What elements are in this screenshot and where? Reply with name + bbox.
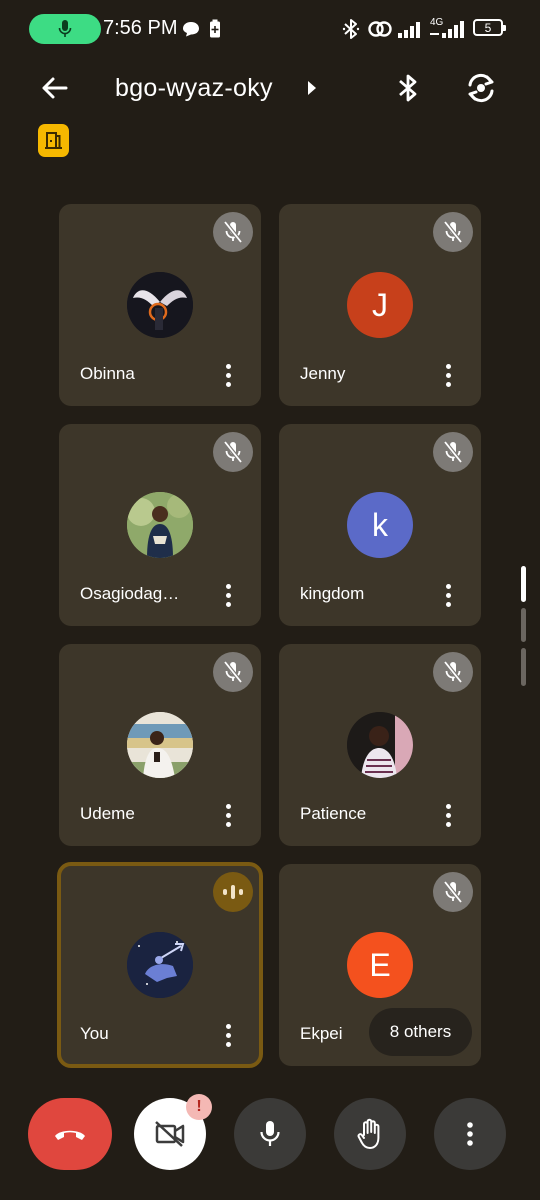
participant-avatar bbox=[347, 712, 413, 778]
self-participant-tile[interactable]: You bbox=[57, 862, 263, 1068]
mic-off-icon bbox=[223, 660, 243, 684]
participant-name: Osagiodag… bbox=[80, 584, 180, 603]
participant-more-button[interactable] bbox=[215, 580, 241, 610]
more-options-button[interactable] bbox=[434, 1098, 506, 1170]
switch-camera-button[interactable] bbox=[459, 68, 503, 108]
muted-indicator bbox=[213, 652, 253, 692]
participant-name: Obinna bbox=[80, 364, 135, 383]
participant-tile[interactable]: Obinna bbox=[59, 204, 261, 406]
camera-off-icon bbox=[155, 1121, 185, 1147]
muted-indicator bbox=[213, 212, 253, 252]
signal-icon bbox=[398, 22, 420, 38]
raise-hand-button[interactable] bbox=[334, 1098, 406, 1170]
host-controls-badge[interactable] bbox=[38, 124, 69, 157]
participant-name: Jenny bbox=[300, 364, 346, 383]
participant-name: Patience bbox=[300, 804, 367, 823]
others-participants-chip[interactable]: 8 others bbox=[369, 1008, 472, 1056]
top-app-bar: bgo-wyaz-oky bbox=[0, 60, 540, 120]
status-time: 7:56 PM bbox=[103, 17, 178, 39]
muted-indicator bbox=[433, 432, 473, 472]
participant-name: Udeme bbox=[80, 804, 135, 823]
signal-4g-icon bbox=[430, 21, 464, 38]
participant-avatar bbox=[127, 712, 193, 778]
mic-in-use-indicator[interactable] bbox=[29, 14, 101, 44]
participant-tile[interactable]: Osagiodag… bbox=[59, 424, 261, 626]
participant-avatar: J bbox=[347, 272, 413, 338]
participant-name: Ekpei bbox=[300, 1024, 343, 1043]
scroll-indicator-track bbox=[521, 648, 526, 686]
muted-indicator bbox=[433, 652, 473, 692]
muted-indicator bbox=[213, 432, 253, 472]
audio-output-button[interactable] bbox=[390, 68, 426, 108]
participant-more-button[interactable] bbox=[435, 580, 461, 610]
participant-more-button[interactable] bbox=[435, 800, 461, 830]
mic-off-icon bbox=[443, 880, 463, 904]
mic-off-icon bbox=[443, 220, 463, 244]
participant-more-button[interactable] bbox=[215, 360, 241, 390]
end-call-icon bbox=[55, 1130, 85, 1140]
battery-level: 5 bbox=[484, 20, 492, 35]
participant-more-button[interactable] bbox=[215, 1020, 241, 1050]
participant-name: You bbox=[80, 1024, 109, 1043]
participant-avatar bbox=[127, 272, 193, 338]
mic-off-icon bbox=[443, 440, 463, 464]
bluetooth-icon bbox=[342, 19, 360, 39]
more-vert-icon bbox=[467, 1122, 473, 1146]
meeting-code[interactable]: bgo-wyaz-oky bbox=[115, 74, 273, 103]
participant-name: kingdom bbox=[300, 584, 365, 603]
status-bar: 7:56 PM 4G 5 bbox=[0, 0, 540, 60]
participant-tile[interactable]: J Jenny bbox=[279, 204, 481, 406]
participant-avatar bbox=[127, 492, 193, 558]
host-controls-icon bbox=[45, 132, 62, 149]
mic-off-icon bbox=[223, 440, 243, 464]
bluetooth-icon bbox=[399, 74, 417, 102]
scroll-indicator-thumb[interactable] bbox=[521, 566, 526, 602]
camera-flip-icon bbox=[468, 73, 494, 103]
hotspot-icon bbox=[368, 21, 392, 37]
raise-hand-icon bbox=[357, 1118, 380, 1149]
chevron-right-icon[interactable] bbox=[306, 80, 318, 96]
speaking-indicator bbox=[213, 872, 253, 912]
scroll-indicator-track bbox=[521, 608, 526, 642]
battery-saver-icon bbox=[210, 19, 220, 38]
participant-tile[interactable]: Udeme bbox=[59, 644, 261, 846]
participant-more-button[interactable] bbox=[215, 800, 241, 830]
end-call-button[interactable] bbox=[28, 1098, 112, 1170]
mic-icon bbox=[260, 1121, 280, 1146]
meet-call-screen: 7:56 PM 4G 5 bgo-wyaz-oky Obinna J Jenny… bbox=[0, 0, 540, 1200]
participant-avatar: E bbox=[347, 932, 413, 998]
chat-bubble-icon bbox=[183, 22, 199, 37]
participant-more-button[interactable] bbox=[435, 360, 461, 390]
participant-tile[interactable]: k kingdom bbox=[279, 424, 481, 626]
camera-alert-badge: ! bbox=[186, 1094, 212, 1120]
mic-off-icon bbox=[223, 220, 243, 244]
microphone-toggle-button[interactable] bbox=[234, 1098, 306, 1170]
mic-icon bbox=[58, 20, 72, 37]
muted-indicator bbox=[433, 872, 473, 912]
participant-avatar: k bbox=[347, 492, 413, 558]
mic-off-icon bbox=[443, 660, 463, 684]
muted-indicator bbox=[433, 212, 473, 252]
back-button[interactable] bbox=[36, 70, 72, 106]
back-arrow-icon bbox=[42, 77, 68, 99]
battery-icon: 5 bbox=[473, 19, 506, 36]
participant-avatar bbox=[127, 932, 193, 998]
participant-tile[interactable]: Patience bbox=[279, 644, 481, 846]
